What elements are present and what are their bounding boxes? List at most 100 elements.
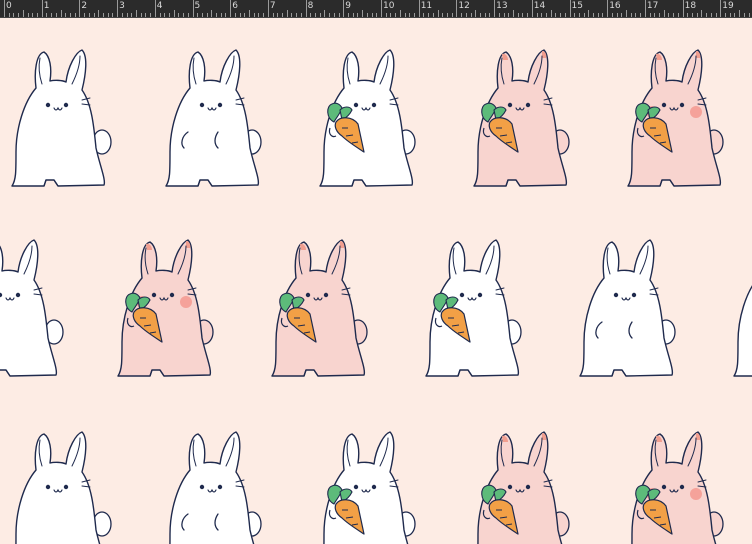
ruler-minor-tick (197, 13, 199, 17)
ruler-minor-tick (687, 13, 689, 17)
ruler-minor-tick (649, 13, 651, 17)
bunny-eye (631, 292, 637, 298)
ruler-label: 4 (156, 1, 163, 11)
ruler-minor-tick (178, 13, 180, 17)
ruler-minor-tick (187, 13, 189, 17)
ruler-minor-tick (36, 13, 38, 17)
bunny-figure (627, 49, 724, 187)
ruler-label: 14 (533, 1, 546, 11)
horizontal-ruler[interactable]: 0 1 2 3 4 5 6 7 8 9 10 11 12 13 14 15 16 17 18 19 (0, 0, 752, 18)
ruler-minor-tick (413, 13, 415, 17)
ruler-minor-tick (310, 13, 312, 17)
bunny-blush (690, 106, 702, 118)
bunny-figure (0, 239, 64, 377)
ruler-minor-tick (140, 13, 142, 17)
ruler-minor-tick (277, 13, 279, 17)
ruler-major-tick (117, 0, 119, 17)
ruler-minor-tick (611, 13, 613, 17)
ruler-minor-tick (296, 13, 298, 17)
ruler-major-tick (644, 0, 646, 17)
ruler-major-tick (531, 0, 533, 17)
bunny-eye (459, 292, 465, 298)
ruler-minor-tick (578, 13, 580, 17)
bunny-eye (613, 292, 619, 298)
ruler-minor-tick (748, 13, 750, 17)
ruler-minor-tick (286, 10, 288, 17)
ruler-minor-tick (729, 13, 731, 17)
ruler-major-tick (343, 0, 345, 17)
ruler-minor-tick (743, 13, 745, 17)
ruler-minor-tick (734, 13, 736, 17)
ruler-minor-tick (555, 13, 557, 17)
ruler-minor-tick (220, 13, 222, 17)
ruler-minor-tick (673, 13, 675, 17)
ruler-minor-tick (423, 13, 425, 17)
bunny-eye (371, 484, 377, 490)
ruler-minor-tick (451, 13, 453, 17)
bunny-figure (631, 431, 724, 544)
bunny-figure (319, 49, 416, 187)
ruler-label: 2 (81, 1, 88, 11)
ruler-minor-tick (725, 13, 726, 17)
ruler-minor-tick (597, 13, 599, 17)
ruler-minor-tick (272, 13, 274, 17)
bunny-figure (165, 49, 262, 187)
bunny-eye (525, 102, 531, 108)
bunny-eye (661, 102, 667, 108)
ruler-major-tick (418, 0, 420, 17)
ruler-minor-tick (583, 13, 585, 17)
bunny-eye (199, 484, 205, 490)
ruler-minor-tick (319, 13, 321, 17)
ruler-minor-tick (602, 13, 604, 17)
ruler-major-tick (494, 0, 496, 17)
ruler-minor-tick (640, 13, 642, 17)
ruler-major-tick (720, 0, 722, 17)
ruler-minor-tick (150, 13, 152, 17)
ruler-minor-tick (668, 13, 670, 17)
bunny-blush (180, 296, 192, 308)
bunny-eye (199, 102, 205, 108)
bunny-figure (425, 239, 522, 377)
ruler-label: 8 (307, 1, 314, 11)
ruler-minor-tick (8, 13, 10, 17)
ruler-minor-tick (677, 13, 679, 17)
ruler-minor-tick (498, 13, 500, 17)
ruler-minor-tick (324, 10, 326, 17)
ruler-label: 19 (722, 1, 734, 11)
ruler-minor-tick (164, 13, 166, 17)
bunny-eye (45, 484, 51, 490)
bunny-eye (477, 292, 483, 298)
ruler-minor-tick (282, 13, 284, 17)
bunny-body (0, 239, 58, 377)
ruler-minor-tick (13, 13, 15, 17)
ruler-minor-tick (536, 13, 538, 17)
bunny-blush (690, 488, 702, 500)
bunny-figure (323, 431, 416, 544)
ruler-label: 10 (383, 1, 395, 11)
ruler-label: 11 (420, 1, 433, 11)
bunny-eye (63, 484, 69, 490)
ruler-minor-tick (249, 10, 251, 17)
ruler-minor-tick (333, 13, 335, 17)
ruler-minor-tick (508, 13, 510, 17)
ruler-label: 15 (571, 1, 583, 11)
ruler-label: 18 (684, 1, 697, 11)
ruler-minor-tick (352, 13, 354, 17)
ruler-minor-tick (479, 13, 481, 17)
ruler-minor-tick (446, 13, 448, 17)
bunny-figure (15, 431, 112, 544)
ruler-minor-tick (489, 13, 491, 17)
bunny-eye (507, 484, 513, 490)
ruler-label: 13 (496, 1, 508, 11)
ruler-major-tick (682, 0, 684, 17)
ruler-minor-tick (517, 13, 519, 17)
bunny-figure (733, 285, 752, 377)
ruler-minor-tick (395, 13, 397, 17)
ruler-minor-tick (51, 13, 53, 17)
ruler-major-tick (4, 0, 5, 17)
ruler-major-tick (154, 0, 156, 17)
bunny-eye (679, 102, 685, 108)
bunny-body (579, 239, 674, 377)
ruler-major-tick (230, 0, 232, 17)
bunny-eye (507, 102, 513, 108)
